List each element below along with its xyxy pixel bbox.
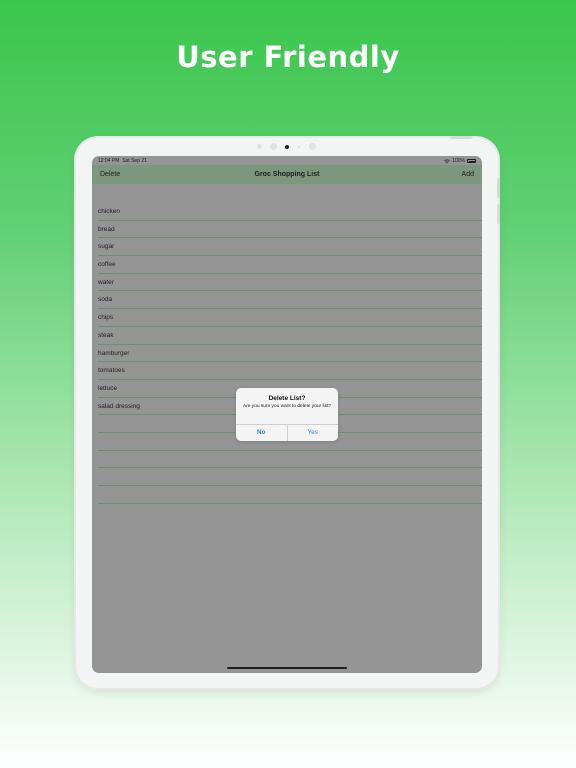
battery-fill xyxy=(468,160,475,162)
list-item[interactable]: sugar xyxy=(98,238,482,257)
list-item[interactable]: steak xyxy=(98,327,482,345)
list-item[interactable]: chicken xyxy=(98,203,482,221)
camera-icon xyxy=(285,144,289,149)
camera-bar xyxy=(76,143,498,151)
status-indicators: 100% xyxy=(444,158,476,164)
home-indicator[interactable] xyxy=(227,667,347,669)
ipad-frame: 12:04 PM Sat Sep 21 100% Delete Groc Sho… xyxy=(76,136,500,688)
sensor-icon xyxy=(257,144,262,149)
delete-list-alert: Delete List? Are you sure you want to de… xyxy=(236,388,338,441)
sensor-icon xyxy=(309,143,316,150)
sensor-icon xyxy=(270,143,277,150)
volume-up-button xyxy=(497,178,500,198)
alert-title: Delete List? xyxy=(268,395,306,402)
list-item[interactable]: bread xyxy=(98,221,482,239)
navigation-bar: Delete Groc Shopping List Add xyxy=(92,165,482,184)
battery-icon xyxy=(467,159,476,163)
volume-down-button xyxy=(497,204,500,224)
list-item[interactable] xyxy=(98,451,482,469)
list-item[interactable]: water xyxy=(98,274,482,292)
wifi-icon xyxy=(444,158,451,163)
delete-button[interactable]: Delete xyxy=(100,171,120,178)
list-item[interactable] xyxy=(98,468,482,486)
status-bar: 12:04 PM Sat Sep 21 100% xyxy=(92,156,482,165)
status-time-date: 12:04 PM Sat Sep 21 xyxy=(98,158,147,164)
alert-yes-button[interactable]: Yes xyxy=(288,425,339,441)
headline: User Friendly xyxy=(176,40,400,74)
add-button[interactable]: Add xyxy=(462,171,474,178)
alert-message: Are you sure you want to delete your lis… xyxy=(243,404,331,409)
list-item[interactable]: tomatoes xyxy=(98,362,482,380)
list-item[interactable]: chips xyxy=(98,309,482,327)
status-time: 12:04 PM xyxy=(98,158,120,164)
nav-title: Groc Shopping List xyxy=(254,171,320,178)
app-screen: 12:04 PM Sat Sep 21 100% Delete Groc Sho… xyxy=(92,156,482,673)
battery-percent: 100% xyxy=(452,158,465,164)
list-item[interactable]: soda xyxy=(98,291,482,310)
list-item[interactable]: hamburger xyxy=(98,345,482,363)
alert-button-row: No Yes xyxy=(236,424,338,441)
sensor-icon xyxy=(298,145,300,148)
top-button xyxy=(450,136,472,139)
list-item[interactable] xyxy=(98,486,482,504)
status-date: Sat Sep 21 xyxy=(122,158,147,164)
list-item[interactable]: coffee xyxy=(98,256,482,274)
shopping-list: chicken bread sugar coffee water soda chips ste… xyxy=(98,203,482,504)
alert-no-button[interactable]: No xyxy=(236,425,288,441)
